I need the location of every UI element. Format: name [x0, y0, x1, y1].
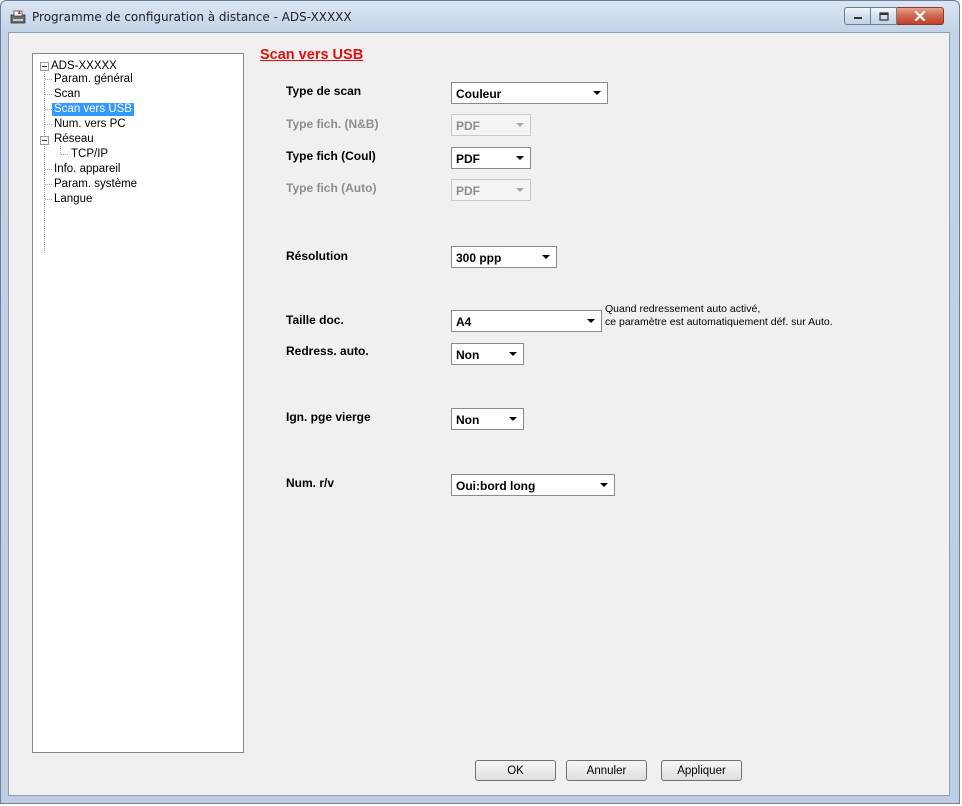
auto-deskew-label: Redress. auto. [286, 344, 369, 358]
resolution-dropdown[interactable]: 300 ppp [451, 246, 557, 268]
auto-deskew-value: Non [456, 348, 480, 362]
minimize-icon [853, 17, 862, 19]
color-file-type-label: Type fich (Coul) [286, 149, 376, 163]
chevron-down-icon [516, 123, 524, 127]
page-title: Scan vers USB [260, 47, 364, 63]
scan-type-dropdown[interactable]: Couleur [451, 82, 608, 104]
settings-tree[interactable]: ADS-XXXXX Param. général Scan Scan vers … [32, 53, 244, 753]
tree-connector [45, 94, 52, 95]
tree-connector [45, 199, 52, 200]
window-title: Programme de configuration à distance - … [32, 10, 352, 24]
note-line-1: Quand redressement auto activé, [605, 303, 761, 315]
duplex-scan-label: Num. r/v [286, 476, 335, 490]
cancel-button[interactable]: Annuler [566, 760, 647, 781]
tree-item-scan-vers-usb[interactable]: Scan vers USB [52, 103, 134, 116]
tree-connector [45, 124, 52, 125]
ok-button[interactable]: OK [475, 760, 556, 781]
skip-blank-page-dropdown[interactable]: Non [451, 408, 524, 430]
chevron-down-icon [593, 91, 601, 95]
auto-file-type-dropdown: PDF [451, 179, 531, 201]
maximize-button[interactable] [871, 7, 897, 25]
collapse-toggle-root[interactable] [40, 62, 49, 71]
tree-connector [45, 184, 52, 185]
apply-button[interactable]: Appliquer [661, 760, 742, 781]
duplex-scan-value: Oui:bord long [456, 479, 536, 493]
auto-file-type-label: Type fich (Auto) [286, 181, 377, 195]
tree-item-reseau[interactable]: Réseau [54, 133, 94, 146]
color-file-type-value: PDF [456, 152, 480, 166]
skip-blank-page-label: Ign. pge vierge [286, 410, 371, 424]
scan-type-label: Type de scan [286, 84, 362, 98]
application-window: Programme de configuration à distance - … [0, 0, 960, 804]
close-button[interactable] [897, 7, 944, 25]
maximize-icon [878, 11, 889, 21]
auto-deskew-dropdown[interactable]: Non [451, 343, 524, 365]
minimize-button[interactable] [844, 7, 871, 25]
collapse-toggle-reseau[interactable] [40, 136, 49, 145]
tree-connector [60, 154, 68, 155]
chevron-down-icon [509, 352, 517, 356]
bw-file-type-value: PDF [456, 119, 480, 133]
auto-file-type-value: PDF [456, 184, 480, 198]
printer-config-icon [10, 10, 26, 24]
bw-file-type-label: Type fich. (N&B) [286, 117, 379, 131]
doc-size-value: A4 [456, 315, 472, 329]
dialog-client-area: ADS-XXXXX Param. général Scan Scan vers … [8, 32, 950, 796]
bw-file-type-dropdown: PDF [451, 114, 531, 136]
tree-connector [45, 169, 52, 170]
resolution-value: 300 ppp [456, 251, 502, 265]
doc-size-dropdown[interactable]: A4 [451, 310, 602, 332]
chevron-down-icon [600, 483, 608, 487]
skip-blank-page-value: Non [456, 413, 480, 427]
color-file-type-dropdown[interactable]: PDF [451, 147, 531, 169]
duplex-scan-dropdown[interactable]: Oui:bord long [451, 474, 615, 496]
chevron-down-icon [587, 319, 595, 323]
tree-item-param-systeme[interactable]: Param. système [54, 178, 137, 191]
note-line-2: ce paramètre est automatiquement déf. su… [605, 316, 833, 328]
tree-connector [44, 72, 45, 253]
tree-item-param-general[interactable]: Param. général [54, 73, 133, 86]
close-icon [914, 11, 926, 21]
chevron-down-icon [516, 156, 524, 160]
auto-deskew-note: Quand redressement auto activé, ce param… [605, 303, 833, 329]
scan-type-value: Couleur [456, 87, 502, 101]
tree-connector [45, 109, 52, 110]
resolution-label: Résolution [286, 249, 348, 263]
doc-size-label: Taille doc. [286, 313, 344, 327]
chevron-down-icon [542, 255, 550, 259]
tree-item-langue[interactable]: Langue [54, 193, 92, 206]
tree-item-scan[interactable]: Scan [54, 88, 80, 101]
tree-item-num-vers-pc[interactable]: Num. vers PC [54, 118, 126, 131]
tree-connector [45, 79, 52, 80]
tree-item-info-appareil[interactable]: Info. appareil [54, 163, 121, 176]
title-bar[interactable]: Programme de configuration à distance - … [1, 1, 959, 33]
chevron-down-icon [516, 188, 524, 192]
tree-item-tcp-ip[interactable]: TCP/IP [71, 148, 108, 161]
tree-root[interactable]: ADS-XXXXX [51, 60, 117, 73]
chevron-down-icon [509, 417, 517, 421]
